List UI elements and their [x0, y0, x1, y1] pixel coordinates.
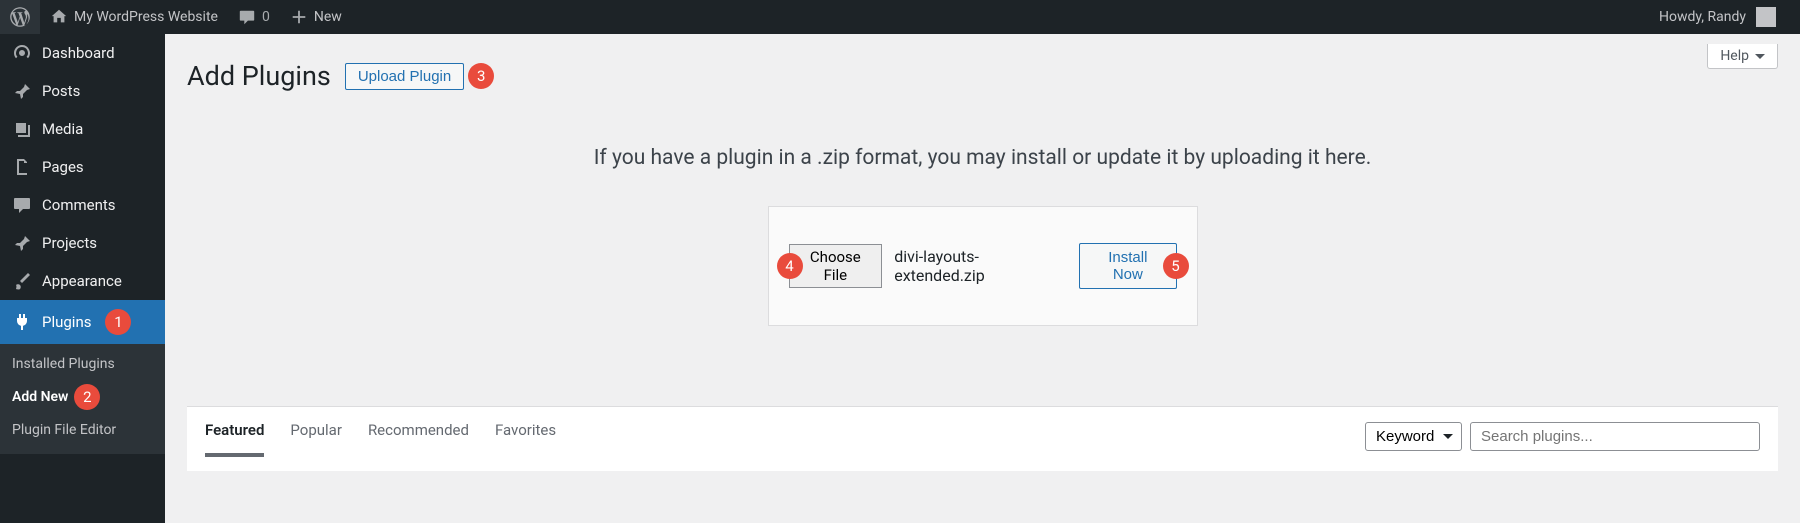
comments-menu[interactable]: 0	[228, 0, 280, 34]
menu-pages-label: Pages	[42, 158, 84, 176]
plugin-icon	[12, 312, 32, 332]
menu-posts[interactable]: Posts	[0, 72, 165, 110]
wp-logo-menu[interactable]	[0, 0, 40, 34]
admin-bar: My WordPress Website 0 New Howdy, Randy	[0, 0, 1800, 34]
help-label: Help	[1720, 48, 1749, 64]
menu-dashboard-label: Dashboard	[42, 44, 115, 62]
submenu-addnew-label: Add New	[12, 389, 68, 405]
submenu-installed-label: Installed Plugins	[12, 356, 115, 372]
plus-icon	[290, 8, 308, 26]
page-icon	[12, 157, 32, 177]
choose-file-button[interactable]: Choose File	[789, 244, 883, 288]
home-icon	[50, 8, 68, 26]
menu-media-label: Media	[42, 120, 83, 138]
avatar	[1756, 7, 1776, 27]
menu-pages[interactable]: Pages	[0, 148, 165, 186]
upload-form: 4 Choose File divi-layouts-extended.zip …	[768, 206, 1198, 326]
site-name-label: My WordPress Website	[74, 9, 218, 25]
tab-popular[interactable]: Popular	[290, 421, 342, 451]
main-content: Help Add Plugins Upload Plugin 3 If you …	[165, 34, 1800, 523]
menu-dashboard[interactable]: Dashboard	[0, 34, 165, 72]
pin-icon	[12, 81, 32, 101]
selected-file-name: divi-layouts-extended.zip	[894, 247, 1055, 285]
tab-favorites[interactable]: Favorites	[495, 421, 556, 451]
search-wrap: Keyword	[1365, 422, 1760, 451]
submenu-plugin-editor[interactable]: Plugin File Editor	[0, 416, 165, 444]
annotation-badge-5: 5	[1163, 253, 1189, 279]
page-title: Add Plugins	[187, 60, 331, 92]
plugins-submenu: Installed Plugins Add New 2 Plugin File …	[0, 344, 165, 454]
install-now-button[interactable]: Install Now	[1079, 243, 1176, 289]
menu-comments[interactable]: Comments	[0, 186, 165, 224]
filter-tabs: Featured Popular Recommended Favorites	[205, 421, 556, 451]
tab-recommended[interactable]: Recommended	[368, 421, 469, 451]
annotation-badge-3: 3	[468, 63, 494, 89]
tab-featured[interactable]: Featured	[205, 421, 264, 451]
search-type-select[interactable]: Keyword	[1365, 422, 1462, 451]
search-plugins-input[interactable]	[1470, 422, 1760, 451]
page-heading: Add Plugins Upload Plugin 3	[187, 34, 1778, 92]
submenu-add-new[interactable]: Add New 2	[0, 378, 165, 416]
annotation-badge-4: 4	[777, 253, 803, 279]
menu-projects-label: Projects	[42, 234, 97, 252]
new-label: New	[314, 9, 342, 25]
comment-icon	[238, 8, 256, 26]
greeting-label: Howdy, Randy	[1659, 9, 1746, 25]
menu-plugins[interactable]: Plugins 1	[0, 300, 165, 344]
comment-icon	[12, 195, 32, 215]
menu-posts-label: Posts	[42, 82, 80, 100]
help-tab[interactable]: Help	[1707, 44, 1778, 69]
my-account-menu[interactable]: Howdy, Randy	[1649, 0, 1786, 34]
pin-icon	[12, 233, 32, 253]
tab-favorites-label: Favorites	[495, 421, 556, 439]
brush-icon	[12, 271, 32, 291]
menu-plugins-label: Plugins	[42, 313, 91, 331]
menu-media[interactable]: Media	[0, 110, 165, 148]
filter-bar: Featured Popular Recommended Favorites K…	[187, 406, 1778, 471]
menu-appearance-label: Appearance	[42, 272, 122, 290]
media-icon	[12, 119, 32, 139]
new-content-menu[interactable]: New	[280, 0, 352, 34]
admin-sidebar: Dashboard Posts Media Pages Comments Pro…	[0, 34, 165, 523]
submenu-editor-label: Plugin File Editor	[12, 422, 116, 438]
comment-count: 0	[262, 9, 270, 25]
submenu-installed-plugins[interactable]: Installed Plugins	[0, 350, 165, 378]
wordpress-logo-icon	[10, 7, 30, 27]
dashboard-icon	[12, 43, 32, 63]
tab-popular-label: Popular	[290, 421, 342, 439]
upload-help-text: If you have a plugin in a .zip format, y…	[187, 146, 1778, 170]
menu-appearance[interactable]: Appearance	[0, 262, 165, 300]
triangle-down-icon	[1755, 54, 1765, 64]
site-name-menu[interactable]: My WordPress Website	[40, 0, 228, 34]
annotation-badge-1: 1	[105, 309, 131, 335]
tab-featured-label: Featured	[205, 421, 264, 439]
annotation-badge-2: 2	[74, 384, 100, 410]
tab-recommended-label: Recommended	[368, 421, 469, 439]
menu-comments-label: Comments	[42, 196, 116, 214]
menu-projects[interactable]: Projects	[0, 224, 165, 262]
upload-plugin-button[interactable]: Upload Plugin	[345, 63, 464, 90]
